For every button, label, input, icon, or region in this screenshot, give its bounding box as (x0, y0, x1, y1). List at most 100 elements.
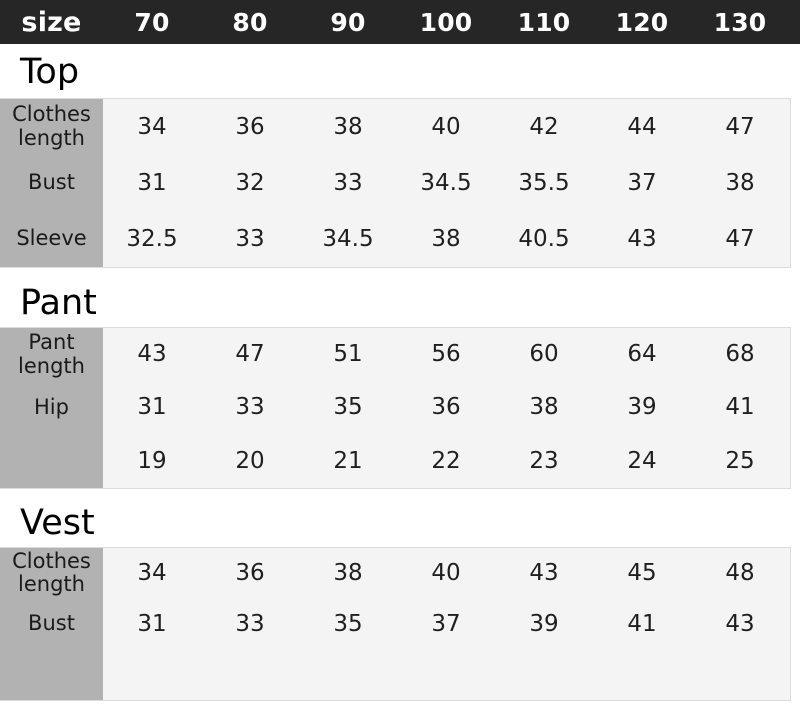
row-tail-spacer (789, 328, 790, 381)
cell-vest-empty-80 (201, 649, 299, 700)
table-row: Clothes length 34 36 38 40 42 44 47 (0, 99, 790, 155)
cell-pant-length-120: 64 (627, 341, 657, 368)
cell-vest-empty-120 (593, 649, 691, 700)
cell-top-clothes-length-110: 42 (529, 113, 559, 140)
cell-top-clothes-length-100: 40 (431, 113, 461, 140)
row-label-clothes-length: Clothes length (0, 99, 103, 155)
cell-vest-bust-90: 35 (333, 610, 363, 637)
cell-top-sleeve-120: 43 (627, 225, 657, 252)
table-row: Hip 31 33 35 36 38 39 41 (0, 381, 790, 435)
row-tail-spacer (789, 211, 790, 267)
cell-pant-length-90: 51 (333, 341, 363, 368)
cell-top-bust-110: 35.5 (518, 169, 570, 196)
header-size-100: 100 (419, 7, 473, 37)
cell-pant-hip-100: 36 (431, 394, 461, 421)
cell-pant-unlabeled-100: 22 (431, 447, 461, 474)
table-row: Sleeve 32.5 33 34.5 38 40.5 43 47 (0, 211, 790, 267)
row-values: 31 32 33 34.5 35.5 37 38 (103, 155, 790, 211)
cell-top-bust-80: 32 (235, 169, 265, 196)
row-label-pant-unlabeled (0, 434, 103, 488)
row-tail-spacer (789, 99, 790, 155)
section-title-top: Top (20, 52, 80, 92)
cell-pant-hip-120: 39 (627, 394, 657, 421)
cell-pant-unlabeled-80: 20 (235, 447, 265, 474)
cell-pant-hip-80: 33 (235, 394, 265, 421)
cell-top-clothes-length-70: 34 (137, 113, 167, 140)
cell-top-sleeve-70: 32.5 (126, 225, 178, 252)
row-tail-spacer (789, 155, 790, 211)
cell-pant-unlabeled-90: 21 (333, 447, 363, 474)
cell-vest-clothes-length-130: 48 (725, 559, 755, 586)
cell-pant-length-100: 56 (431, 341, 461, 368)
cell-pant-length-130: 68 (725, 341, 755, 368)
cell-vest-bust-100: 37 (431, 610, 461, 637)
header-size-110: 110 (517, 7, 571, 37)
row-values: 19 20 21 22 23 24 25 (103, 434, 790, 488)
row-tail-spacer (789, 649, 790, 700)
cell-top-clothes-length-90: 38 (333, 113, 363, 140)
row-label-bust: Bust (0, 155, 103, 211)
cell-pant-length-110: 60 (529, 341, 559, 368)
cell-top-sleeve-110: 40.5 (518, 225, 570, 252)
row-values: 34 36 38 40 42 44 47 (103, 99, 790, 155)
cell-pant-unlabeled-110: 23 (529, 447, 559, 474)
cell-pant-hip-130: 41 (725, 394, 755, 421)
table-row (0, 649, 790, 701)
cell-top-bust-130: 38 (725, 169, 755, 196)
row-label-sleeve: Sleeve (0, 211, 103, 267)
cell-vest-clothes-length-100: 40 (431, 559, 461, 586)
size-header-row: size 70 80 90 100 110 120 130 (0, 0, 800, 44)
cell-vest-bust-130: 43 (725, 610, 755, 637)
row-tail-spacer (789, 599, 790, 650)
cell-top-bust-120: 37 (627, 169, 657, 196)
header-size-label: size (21, 6, 82, 38)
header-size-130: 130 (713, 7, 767, 37)
cell-vest-empty-130 (691, 649, 789, 700)
header-size-120: 120 (615, 7, 669, 37)
cell-pant-unlabeled-120: 24 (627, 447, 657, 474)
cell-top-bust-90: 33 (333, 169, 363, 196)
table-row: 19 20 21 22 23 24 25 (0, 434, 790, 488)
cell-top-bust-70: 31 (137, 169, 167, 196)
cell-top-sleeve-90: 34.5 (322, 225, 374, 252)
row-values: 34 36 38 40 43 45 48 (103, 548, 790, 599)
row-values (103, 649, 790, 701)
table-row: Bust 31 32 33 34.5 35.5 37 38 (0, 155, 790, 211)
row-label-hip: Hip (0, 381, 103, 435)
row-label-vest-empty (0, 649, 103, 701)
section-title-vest: Vest (20, 503, 95, 543)
cell-vest-clothes-length-80: 36 (235, 559, 265, 586)
cell-pant-unlabeled-130: 25 (725, 447, 755, 474)
size-table-top: Clothes length 34 36 38 40 42 44 47 Bust… (0, 98, 791, 268)
row-tail-spacer (789, 381, 790, 434)
row-tail-spacer (789, 435, 790, 488)
cell-pant-length-70: 43 (137, 341, 167, 368)
cell-vest-clothes-length-90: 38 (333, 559, 363, 586)
cell-top-clothes-length-120: 44 (627, 113, 657, 140)
cell-pant-length-80: 47 (235, 341, 265, 368)
cell-vest-clothes-length-120: 45 (627, 559, 657, 586)
row-values: 31 33 35 37 39 41 43 (103, 598, 790, 650)
cell-vest-bust-120: 41 (627, 610, 657, 637)
cell-top-sleeve-100: 38 (431, 225, 461, 252)
size-table-pant: Pant length 43 47 51 56 60 64 68 Hip 31 … (0, 327, 791, 489)
row-values: 31 33 35 36 38 39 41 (103, 381, 790, 435)
cell-vest-clothes-length-70: 34 (137, 559, 167, 586)
table-row: Clothes length 34 36 38 40 43 45 48 (0, 548, 790, 599)
cell-pant-hip-70: 31 (137, 394, 167, 421)
row-label-pant-length: Pant length (0, 328, 103, 382)
header-size-90: 90 (330, 7, 366, 37)
cell-pant-hip-110: 38 (529, 394, 559, 421)
table-row: Bust 31 33 35 37 39 41 43 (0, 598, 790, 650)
cell-top-clothes-length-80: 36 (235, 113, 265, 140)
cell-vest-bust-110: 39 (529, 610, 559, 637)
cell-vest-empty-90 (299, 649, 397, 700)
cell-top-bust-100: 34.5 (420, 169, 472, 196)
cell-top-sleeve-80: 33 (235, 225, 265, 252)
section-title-pant: Pant (20, 283, 97, 323)
size-chart-sheet: size 70 80 90 100 110 120 130 Top Clothe… (0, 0, 800, 709)
header-size-80: 80 (232, 7, 268, 37)
row-values: 32.5 33 34.5 38 40.5 43 47 (103, 211, 790, 267)
cell-top-clothes-length-130: 47 (725, 113, 755, 140)
row-values: 43 47 51 56 60 64 68 (103, 328, 790, 382)
